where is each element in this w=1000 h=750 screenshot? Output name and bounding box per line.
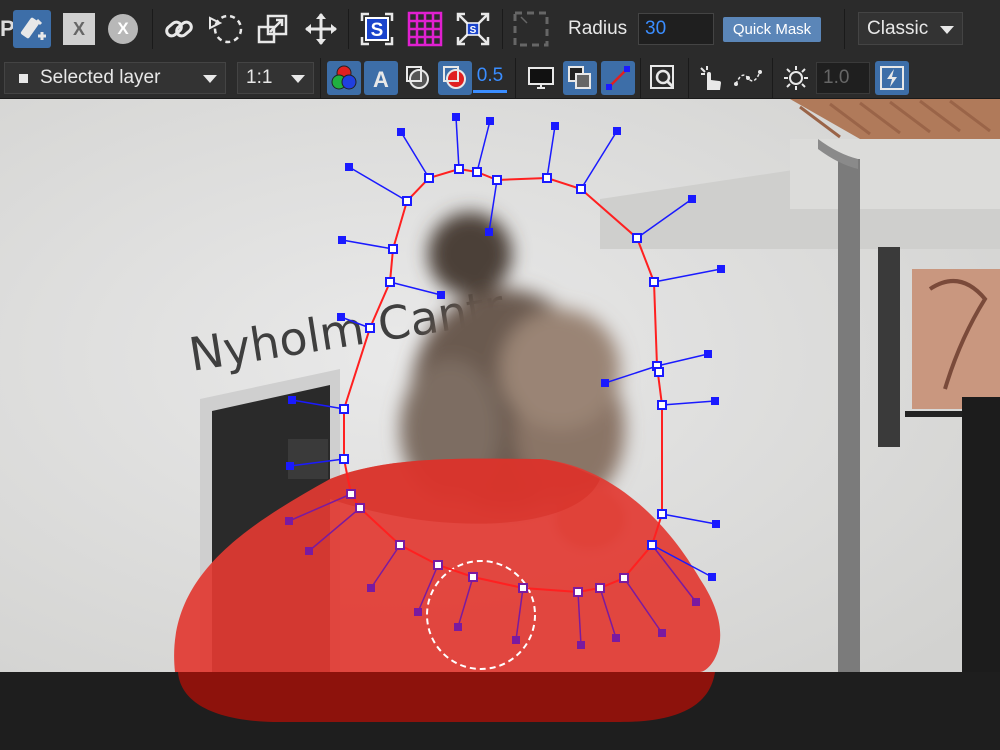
layer-select-value: Selected layer [40, 67, 161, 88]
mode-dropdown-value: Classic [867, 17, 929, 39]
layers-button[interactable] [563, 61, 597, 95]
mask-overlay-button[interactable] [438, 61, 472, 95]
marquee-icon [513, 11, 549, 47]
curve-icon [734, 70, 762, 86]
svg-text:A: A [373, 67, 389, 92]
lasso-select-icon [209, 14, 243, 44]
svg-text:S: S [470, 25, 477, 36]
clear-button[interactable]: X [104, 10, 142, 48]
move-icon [305, 13, 337, 45]
marquee-button[interactable] [512, 10, 550, 48]
options-toolbar: Selected layer 1:1 A 0.5 1.0 [0, 58, 1000, 99]
display-button[interactable] [524, 61, 558, 95]
link-icon [165, 20, 193, 38]
overlay-icon [406, 66, 429, 89]
svg-text:S: S [371, 20, 384, 41]
quick-mask-button[interactable]: Quick Mask [723, 17, 821, 42]
color-channels-button[interactable] [327, 61, 361, 95]
grid-icon [407, 11, 443, 47]
zoom-tool-button[interactable] [646, 61, 680, 95]
transform-button[interactable] [254, 10, 292, 48]
lightning-icon [880, 66, 904, 90]
auto-enhance-button[interactable] [875, 61, 909, 95]
move-button[interactable] [302, 10, 340, 48]
chevron-down-icon [203, 75, 217, 83]
smart-select-button[interactable]: S [358, 10, 396, 48]
mask-overlay-icon [443, 66, 466, 89]
chevron-down-icon [940, 25, 954, 34]
link-button[interactable] [160, 10, 198, 48]
radius-input[interactable]: 30 [638, 13, 714, 45]
fit-screen-icon: S [456, 12, 490, 46]
fit-screen-button[interactable]: S [454, 10, 492, 48]
text-a-icon: A [373, 67, 389, 92]
selection-brush-button[interactable] [13, 10, 51, 48]
brightness-button[interactable] [779, 61, 813, 95]
tool-letter-p[interactable]: P [0, 10, 15, 48]
overlay-button[interactable] [401, 61, 435, 95]
selection-brush-icon [20, 17, 46, 40]
smart-select-icon: S [360, 12, 394, 46]
zoom-dropdown[interactable]: 1:1 [237, 62, 314, 94]
layer-select-dropdown[interactable]: Selected layer [4, 62, 226, 94]
lasso-select-button[interactable] [206, 10, 244, 48]
layers-icon [568, 66, 591, 89]
threshold-input[interactable]: 1.0 [816, 62, 870, 94]
mode-dropdown[interactable]: Classic [858, 12, 963, 45]
layer-square-icon [19, 73, 28, 83]
hand-pointer-icon [700, 66, 721, 90]
line-tool-button[interactable] [601, 61, 635, 95]
close-button[interactable]: X [60, 10, 98, 48]
zoom-value: 1:1 [246, 67, 273, 88]
zoom-icon [650, 65, 675, 89]
text-overlay-button[interactable]: A [364, 61, 398, 95]
grid-button[interactable] [406, 10, 444, 48]
close-x-icon: X [63, 13, 95, 45]
radius-label: Radius [568, 18, 628, 39]
opacity-value[interactable]: 0.5 [473, 61, 507, 93]
curve-button[interactable] [731, 61, 765, 95]
line-tool-icon [606, 66, 630, 90]
bottom-panel [0, 672, 1000, 750]
transform-icon [257, 14, 288, 44]
brightness-icon [784, 66, 808, 90]
main-toolbar: P X X S S Radius 30 Quick Mask Classic [0, 0, 1000, 58]
color-channels-icon [331, 65, 357, 90]
display-icon [528, 67, 554, 89]
hand-pointer-button[interactable] [694, 61, 728, 95]
clear-x-icon: X [108, 14, 138, 44]
chevron-down-icon [291, 75, 305, 83]
